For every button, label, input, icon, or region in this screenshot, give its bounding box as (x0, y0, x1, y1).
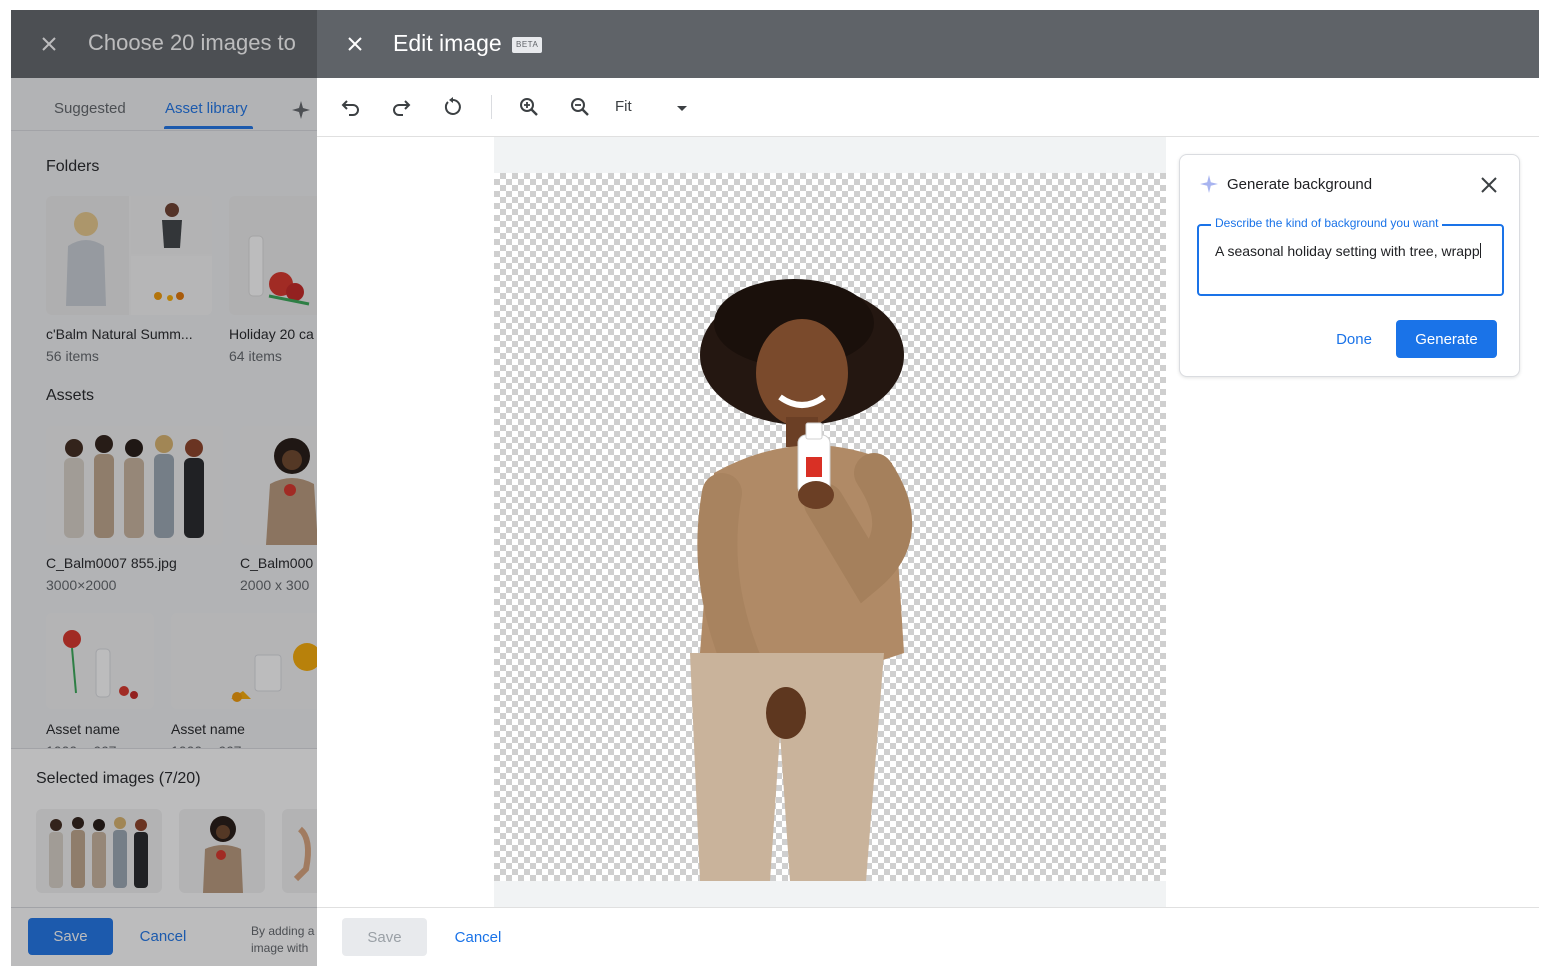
beta-badge: BETA (512, 37, 543, 53)
subject-cutout-image (690, 279, 913, 881)
asset-thumbnail[interactable] (46, 613, 154, 709)
folder-name: c'Balm Natural Summ... (46, 326, 193, 342)
picker-header: Choose 20 images to (11, 10, 317, 78)
selected-thumbnail[interactable] (36, 809, 162, 893)
edit-toolbar: Fit (317, 78, 1539, 137)
background-prompt-field[interactable]: Describe the kind of background you want… (1197, 216, 1504, 296)
selected-images-panel: Selected images (7/20) (11, 748, 317, 909)
selected-thumbnail[interactable] (282, 809, 317, 893)
sparkle-icon[interactable] (291, 100, 311, 120)
zoom-in-icon[interactable] (517, 95, 541, 119)
folder-count: 56 items (46, 348, 99, 364)
group-photo-image (64, 435, 204, 538)
close-icon[interactable] (1478, 174, 1500, 196)
selected-images-heading: Selected images (7/20) (36, 770, 201, 787)
asset-name: C_Balm0007 855.jpg (46, 555, 177, 571)
tab-asset-library[interactable]: Asset library (165, 100, 248, 117)
portrait-photo-image (266, 438, 317, 545)
save-button[interactable]: Save (342, 918, 427, 956)
dialog-title: Edit image (393, 30, 502, 56)
asset-name: Asset name (46, 721, 120, 737)
product-photo-image (63, 630, 138, 699)
save-button[interactable]: Save (28, 918, 113, 955)
done-button[interactable]: Done (1326, 320, 1382, 358)
cancel-button[interactable]: Cancel (443, 918, 513, 956)
image-picker-dialog: Choose 20 images to Suggested Asset libr… (11, 10, 317, 966)
hint-line: By adding a (251, 924, 315, 938)
asset-dimensions: 2000 x 300 (240, 577, 310, 593)
panel-title: Generate background (1227, 176, 1373, 193)
cancel-button[interactable]: Cancel (129, 918, 197, 955)
text-cursor (1479, 243, 1481, 258)
zoom-select[interactable]: Fit (615, 98, 632, 115)
selected-thumbnail[interactable] (179, 809, 265, 893)
footer-hint: By adding a image with (251, 923, 314, 957)
prompt-field-label: Describe the kind of background you want (1211, 216, 1443, 230)
reset-icon[interactable] (441, 95, 465, 119)
edit-footer: Save Cancel (317, 907, 1539, 966)
close-icon[interactable] (37, 32, 61, 56)
undo-icon[interactable] (339, 95, 363, 119)
edit-image-dialog: Edit image BETA Fit Generate background … (317, 10, 1539, 966)
redo-icon[interactable] (389, 95, 413, 119)
generate-button[interactable]: Generate (1396, 320, 1497, 358)
transparent-background (494, 173, 1166, 881)
asset-thumbnail[interactable] (240, 426, 317, 545)
group-photo-image (49, 817, 148, 888)
toolbar-divider (491, 95, 492, 119)
picker-title: Choose 20 images to (88, 30, 296, 55)
close-icon[interactable] (343, 32, 367, 56)
zoom-out-icon[interactable] (568, 95, 592, 119)
assets-heading: Assets (46, 387, 95, 404)
chevron-down-icon[interactable] (675, 101, 689, 115)
picker-footer: Save Cancel By adding a image with (11, 907, 317, 966)
folder-thumbnail[interactable] (229, 196, 317, 315)
prompt-value: A seasonal holiday setting with tree, wr… (1215, 243, 1480, 259)
hint-line: image with (251, 941, 309, 955)
asset-name: C_Balm000 (240, 555, 314, 571)
tab-suggested[interactable]: Suggested (54, 100, 126, 117)
folder-thumbnail[interactable] (46, 196, 212, 315)
prompt-input[interactable]: A seasonal holiday setting with tree, wr… (1215, 242, 1485, 260)
portrait-photo-image (203, 816, 243, 893)
active-tab-indicator (164, 126, 253, 129)
photo-image (293, 826, 311, 882)
sparkle-icon (1200, 175, 1218, 193)
generate-background-panel: Generate background Describe the kind of… (1179, 154, 1520, 377)
folder-name: Holiday 20 ca (229, 326, 314, 342)
asset-dimensions: 3000×2000 (46, 577, 117, 593)
asset-thumbnail[interactable] (46, 426, 223, 545)
asset-name: Asset name (171, 721, 245, 737)
image-canvas[interactable] (494, 137, 1166, 907)
folder-count: 64 items (229, 348, 282, 364)
folder-collage-image (46, 196, 212, 315)
folders-heading: Folders (46, 158, 100, 175)
folder-cover-image (248, 235, 310, 306)
edit-header: Edit image BETA (317, 10, 1539, 78)
picker-tabs: Suggested Asset library (11, 78, 317, 131)
app-window: Choose 20 images to Suggested Asset libr… (11, 10, 1539, 966)
asset-thumbnail[interactable] (171, 613, 317, 709)
product-photo-image (231, 643, 317, 702)
